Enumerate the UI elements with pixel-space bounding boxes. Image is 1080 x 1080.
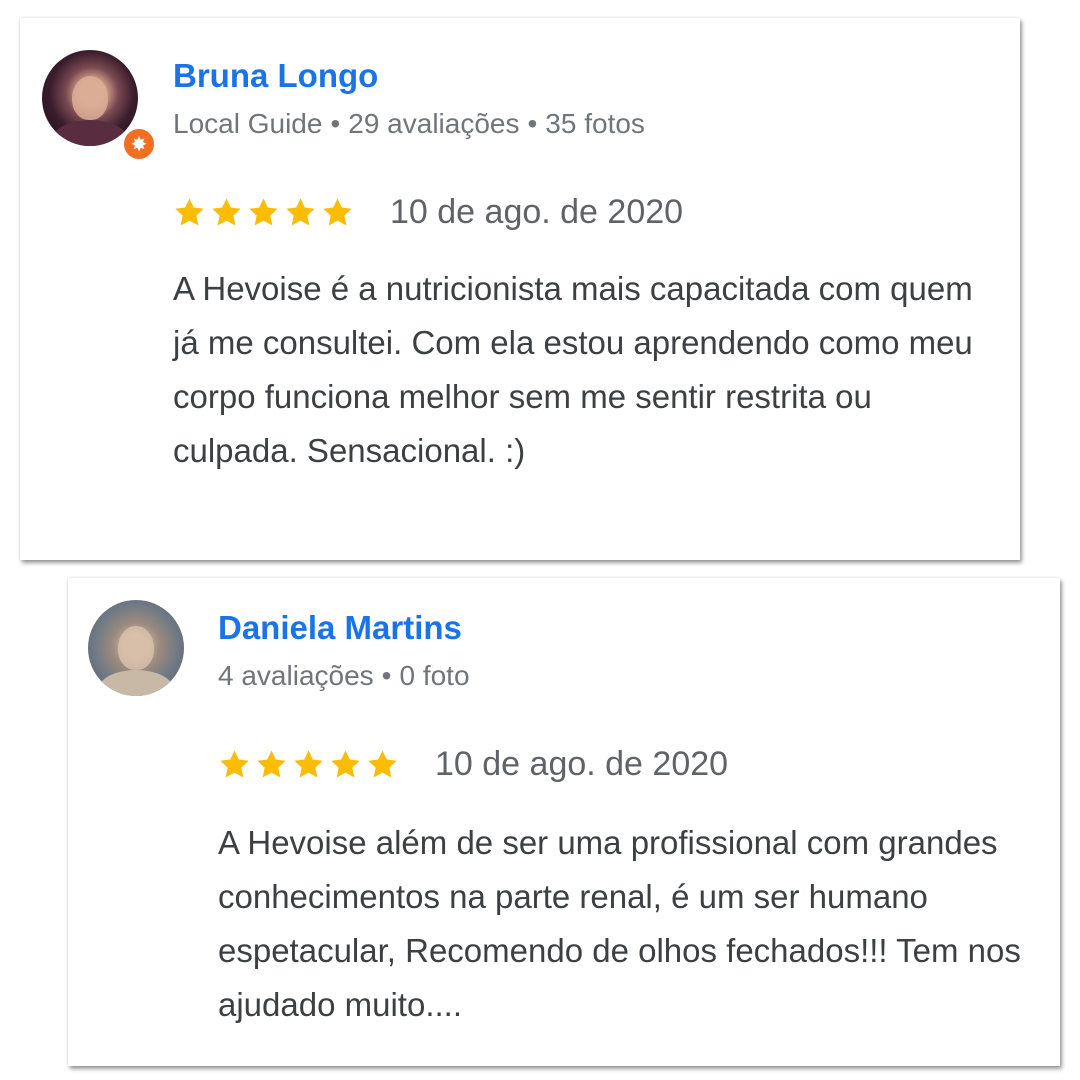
review-text: A Hevoise além de ser uma profissional c…	[218, 824, 1021, 1023]
star-icon	[323, 197, 352, 225]
rating-row: 10 de ago. de 2020	[218, 742, 1048, 786]
reviewer-photo-count: 35 fotos	[545, 108, 645, 139]
avatar-face	[118, 626, 154, 670]
reviewer-name[interactable]: Bruna Longo	[173, 56, 1003, 96]
star-icon	[212, 197, 241, 225]
meta-separator: •	[381, 660, 392, 691]
star-icon	[257, 749, 286, 777]
reviews-screenshot: ✸ Bruna Longo Local Guide • 29 avaliações •…	[0, 0, 1080, 1080]
meta-separator: •	[527, 108, 538, 139]
review-text: A Hevoise é a nutricionista mais capacit…	[173, 270, 973, 469]
star-icon	[220, 749, 249, 777]
reviewer-photo-count: 0 foto	[399, 660, 470, 691]
star-icon	[286, 197, 315, 225]
reviewer-review-count: 29 avaliações	[348, 108, 520, 139]
star-icon	[175, 197, 204, 225]
review-date: 10 de ago. de 2020	[390, 193, 684, 231]
reviewer-level: Local Guide	[173, 108, 323, 139]
avatar[interactable]	[42, 50, 138, 146]
reviewer-name[interactable]: Daniela Martins	[218, 608, 1048, 648]
star-icon	[294, 749, 323, 777]
review-content: Bruna Longo Local Guide • 29 avaliações • 35…	[173, 56, 1003, 478]
meta-separator: •	[330, 108, 341, 139]
reviewer-meta: 4 avaliações • 0 foto	[218, 658, 1048, 694]
rating-row: 10 de ago. de 2020	[173, 190, 1003, 234]
local-guide-star-icon: ✸	[121, 126, 157, 162]
avatar-face	[72, 76, 108, 120]
review-date: 10 de ago. de 2020	[435, 745, 729, 783]
avatar-shoulders	[98, 670, 174, 696]
star-rating	[218, 748, 399, 781]
avatar[interactable]	[88, 600, 184, 696]
review-card: Daniela Martins 4 avaliações • 0 foto 10 d…	[68, 578, 1060, 1066]
star-rating	[173, 196, 354, 229]
star-icon	[331, 749, 360, 777]
review-content: Daniela Martins 4 avaliações • 0 foto 10 d…	[218, 608, 1048, 1032]
star-icon	[249, 197, 278, 225]
avatar-shoulders	[52, 120, 128, 146]
reviewer-review-count: 4 avaliações	[218, 660, 374, 691]
review-card: ✸ Bruna Longo Local Guide • 29 avaliações •…	[20, 18, 1020, 560]
star-icon	[368, 749, 397, 777]
reviewer-meta: Local Guide • 29 avaliações • 35 fotos	[173, 106, 1003, 142]
